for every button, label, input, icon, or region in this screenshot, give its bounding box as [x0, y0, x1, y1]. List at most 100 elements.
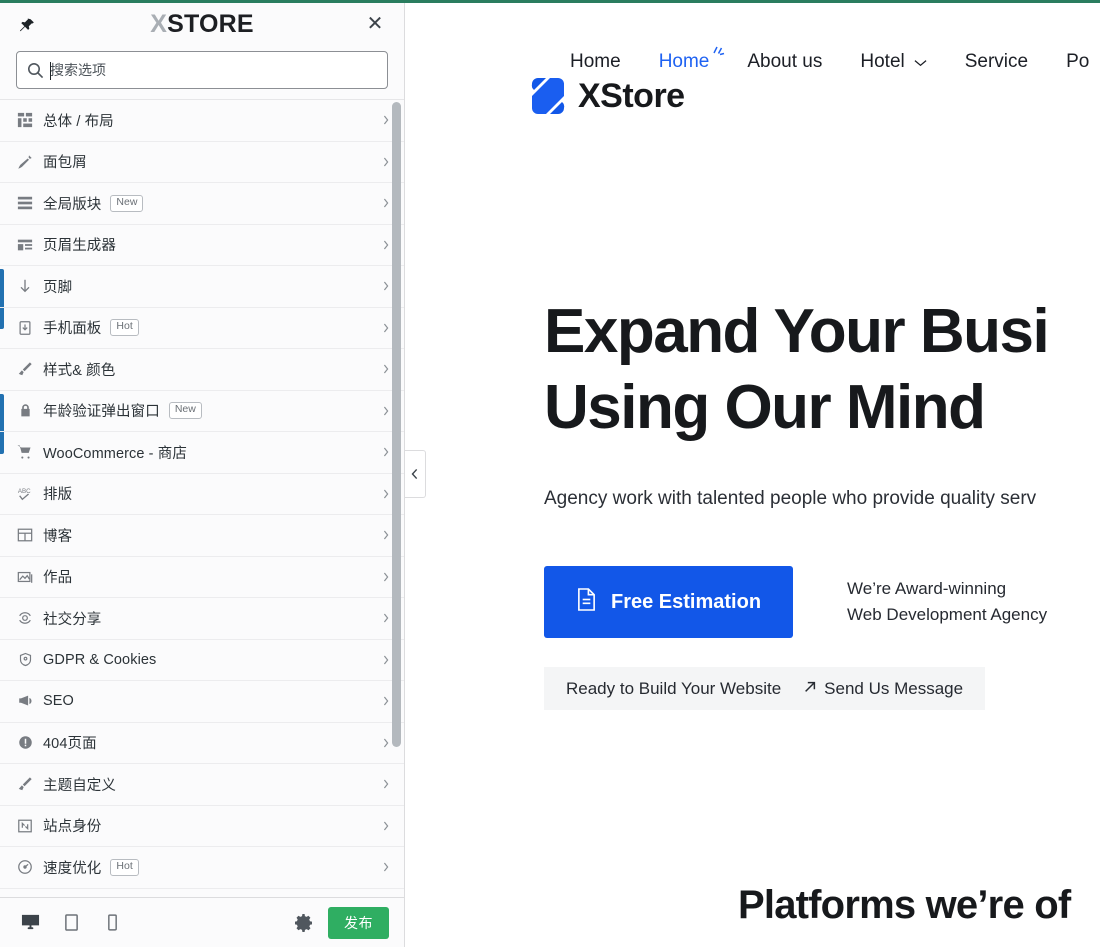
free-estimation-button[interactable]: Free Estimation [544, 566, 794, 638]
sidebar-item[interactable]: 作品 [0, 557, 404, 598]
chevron-right-icon [382, 156, 390, 168]
chevron-left-icon [411, 468, 418, 480]
customizer-logo: X STORE [150, 10, 254, 39]
tablet-icon[interactable] [59, 912, 83, 934]
sidebar-scroll-thumb[interactable] [392, 102, 401, 747]
sidebar-item[interactable]: 面包屑 [0, 142, 404, 183]
mobile-panel-icon [14, 319, 36, 337]
chevron-right-icon [382, 488, 390, 500]
sidebar-item-label: 手机面板 [43, 321, 102, 338]
ready-to-build-text: Ready to Build Your Website [566, 678, 782, 698]
gear-icon[interactable] [294, 913, 314, 933]
nav-item-about-us[interactable]: About us [747, 51, 822, 73]
nav-item-service[interactable]: Service [965, 51, 1028, 73]
share-icon [14, 609, 36, 627]
chevron-right-icon [382, 529, 390, 541]
send-us-message-label: Send Us Message [824, 678, 964, 698]
sidebar-item[interactable]: 博客 [0, 515, 404, 557]
paintbrush-icon [14, 360, 36, 378]
hero-title-line-1: Expand Your Busi [544, 297, 1050, 366]
sidebar-item-label: 排版 [43, 487, 73, 504]
chevron-right-icon [382, 820, 390, 832]
site-preview: Home Home About us Hotel Service Po XStore Ex… [406, 3, 1100, 947]
hero-title: Expand Your Busi Using Our Mind [544, 294, 1050, 446]
customizer-header: X STORE ✕ [0, 3, 404, 45]
sidebar-item[interactable]: 404页面 [0, 723, 404, 764]
chevron-right-icon [382, 322, 390, 334]
sidebar-item-label: WooCommerce - 商店 [43, 445, 187, 462]
sidebar-item[interactable]: 手机面板 Hot [0, 308, 404, 349]
sidebar-item[interactable]: 总体 / 布局 [0, 100, 404, 142]
sidebar-item-label: 主题自定义 [43, 777, 116, 794]
shield-icon [14, 651, 36, 669]
nav-item-label: Service [964, 51, 1029, 72]
customizer-menu-list[interactable]: 总体 / 布局 面包屑全局版块 New 页眉生成器页脚手机面板 Hot 样式& 颜色 年龄验… [0, 99, 404, 897]
site-identity-icon [14, 817, 36, 835]
lock-icon [14, 402, 36, 420]
sidebar-item[interactable]: ABC 排版 [0, 474, 404, 515]
collapse-panel-button[interactable] [405, 450, 426, 498]
sidebar-item-label: 总体 / 布局 [43, 113, 114, 130]
chevron-right-icon [382, 861, 390, 873]
arrow-up-right-icon [803, 679, 817, 699]
speed-icon [14, 858, 36, 876]
mobile-icon[interactable] [100, 912, 124, 934]
chevron-right-icon [382, 363, 390, 375]
layout-grid-icon [14, 111, 36, 129]
chevron-right-icon [382, 778, 390, 790]
sidebar-item[interactable]: 社交分享 [0, 598, 404, 640]
sidebar-item-label: 全局版块 [43, 196, 102, 213]
chevron-right-icon [382, 571, 390, 583]
chevron-right-icon [382, 446, 390, 458]
header-builder-icon [14, 236, 36, 254]
desktop-icon[interactable] [18, 912, 42, 934]
nav-item-home[interactable]: Home [570, 51, 621, 73]
sidebar-item-label: 页脚 [43, 279, 73, 296]
sidebar-item[interactable]: 页脚 [0, 266, 404, 308]
sidebar-item[interactable]: SEO [0, 681, 404, 723]
sidebar-item[interactable]: 样式& 颜色 [0, 349, 404, 391]
xstore-logo-icon [528, 76, 568, 116]
warning-icon [14, 734, 36, 752]
pin-icon[interactable] [16, 17, 36, 37]
site-navigation[interactable]: Home Home About us Hotel Service Po [406, 46, 1100, 73]
svg-text:ABC: ABC [18, 488, 31, 495]
ready-to-build-bar: Ready to Build Your Website Send Us Mess… [544, 667, 986, 710]
sidebar-item-label: GDPR & Cookies [43, 651, 157, 668]
sidebar-item-label: 博客 [43, 528, 73, 545]
close-icon[interactable]: ✕ [364, 14, 386, 36]
sidebar-item[interactable]: 页眉生成器 [0, 225, 404, 266]
nav-item-label: About us [747, 51, 823, 72]
search-icon [27, 62, 44, 79]
search-box[interactable] [16, 51, 388, 89]
site-logo[interactable]: XStore [528, 76, 685, 116]
nav-item-home[interactable]: Home [659, 46, 725, 73]
sidebar-item-label: 面包屑 [43, 155, 87, 172]
free-estimation-label: Free Estimation [611, 590, 762, 613]
carrot-icon [14, 153, 36, 171]
send-us-message-link[interactable]: Send Us Message [803, 679, 963, 699]
sidebar-item[interactable]: 主题自定义 [0, 764, 404, 806]
nav-item-po[interactable]: Po [1066, 51, 1089, 73]
search-input[interactable] [17, 52, 387, 88]
document-icon [576, 587, 597, 618]
nav-item-label: Home [570, 51, 621, 72]
chevron-right-icon [382, 612, 390, 624]
sidebar-item[interactable]: 速度优化 Hot [0, 847, 404, 889]
sidebar-item-label: 社交分享 [43, 611, 102, 628]
award-line-1: We’re Award-winning [847, 579, 1007, 598]
sidebar-item-badge: Hot [110, 319, 139, 337]
sidebar-item-label: SEO [43, 693, 74, 710]
sidebar-item[interactable]: GDPR & Cookies [0, 640, 404, 681]
sidebar-item[interactable]: 站点身份 [0, 806, 404, 847]
megaphone-icon [14, 692, 36, 710]
sidebar-item[interactable]: 年龄验证弹出窗口 New [0, 391, 404, 432]
sidebar-item[interactable]: 全局版块 New [0, 183, 404, 225]
publish-button[interactable]: 发布 [328, 906, 389, 939]
nav-item-hotel[interactable]: Hotel [860, 51, 927, 73]
sidebar-item[interactable]: WooCommerce - 商店 [0, 432, 404, 474]
sidebar-scrollbar[interactable] [392, 100, 401, 897]
award-line-2: Web Development Agency [847, 605, 1048, 624]
hero-subtitle: Agency work with talented people who pro… [544, 488, 1037, 509]
chevron-right-icon [382, 405, 390, 417]
